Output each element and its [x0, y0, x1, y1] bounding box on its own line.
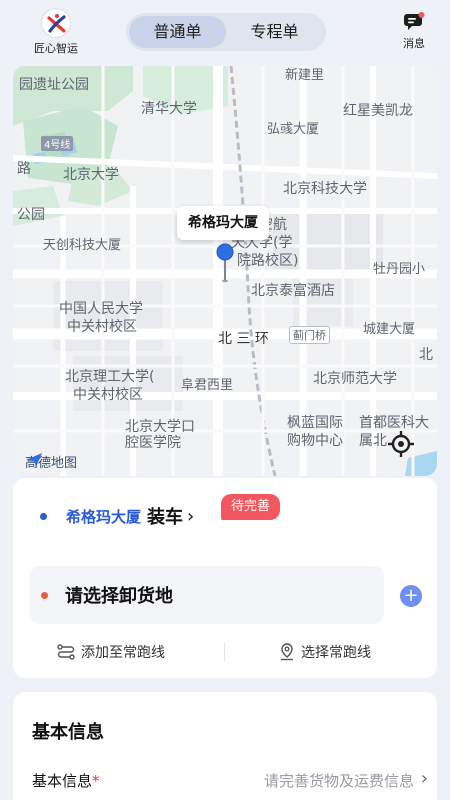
logo-icon	[41, 8, 71, 38]
required-mark: *	[92, 772, 100, 790]
map-label: 天创科技大厦	[43, 238, 122, 253]
amap-watermark: 高德地图	[25, 452, 77, 471]
map-label: 腔医学院	[125, 435, 181, 451]
map-label: 北	[419, 347, 433, 363]
destination-select[interactable]: 请选择卸货地	[30, 566, 384, 624]
amap-logo-icon	[26, 453, 42, 467]
origin-name: 希格玛大厦	[66, 507, 142, 526]
map-label: 中关村校区	[73, 387, 143, 403]
divider	[224, 643, 225, 661]
map-label: 城建大厦	[363, 322, 416, 337]
map-label: 北京理工大学(	[65, 369, 155, 385]
map-label: 路	[17, 161, 31, 177]
choose-frequent-route-label: 选择常跑线	[301, 645, 371, 661]
tab-normal-order[interactable]: 普通单	[129, 16, 226, 48]
map-label: 中关村校区	[67, 319, 137, 335]
destination-placeholder: 请选择卸货地	[65, 586, 173, 607]
map-label: 北 三 环	[218, 331, 269, 347]
location-pin-icon	[216, 243, 234, 283]
basic-info-card: 基本信息 基本信息* 请完善货物及运费信息 ›	[13, 692, 437, 800]
location-marker-icon	[281, 643, 293, 661]
map-label: 阜君西里	[181, 378, 234, 393]
map-label: 购物中心	[287, 433, 343, 449]
section-title: 基本信息	[32, 722, 104, 743]
crosshair-icon	[388, 431, 414, 457]
basic-info-label-text: 基本信息	[32, 772, 93, 790]
status-badge: 待完善	[221, 494, 281, 520]
map-label: 枫蓝国际	[287, 415, 343, 431]
messages-label: 消息	[403, 37, 425, 50]
chevron-right-icon: ›	[187, 505, 195, 527]
map-label: 北京科技大学	[283, 181, 367, 197]
map-label: 公园	[17, 207, 45, 223]
map-label: 院路校区)	[237, 253, 299, 269]
add-to-frequent-routes-button[interactable]: 添加至常跑线	[57, 642, 165, 662]
route-card: 希格玛大厦 装车 › 待完善 请选择卸货地 + 添加至常跑线 选择常跑线	[13, 478, 437, 678]
map-label: 清华大学	[141, 101, 197, 117]
messages-button[interactable]: 消息	[396, 12, 432, 51]
basic-info-value: 请完善货物及运费信息	[263, 772, 414, 790]
choose-frequent-route-button[interactable]: 选择常跑线	[279, 642, 371, 662]
chat-bubble-icon	[403, 12, 425, 32]
chevron-right-icon: ›	[420, 768, 428, 789]
map-label: 属北	[359, 433, 387, 449]
map-label: 蓟门桥	[289, 326, 330, 344]
map-label: 新建里	[285, 68, 325, 83]
destination-dot-icon	[41, 591, 48, 599]
origin-action-label: 装车	[147, 507, 184, 528]
origin-dot-icon	[40, 512, 47, 520]
route-swap-icon	[57, 644, 75, 660]
origin-row[interactable]: 希格玛大厦 装车 ›	[40, 503, 194, 529]
location-callout: 希格玛大厦	[177, 206, 269, 240]
map-label: 牡丹园小	[373, 262, 426, 277]
map-label: 北京师范大学	[313, 371, 397, 387]
basic-info-label: 基本信息*	[32, 770, 100, 791]
basic-info-row[interactable]: 基本信息* 请完善货物及运费信息 ›	[32, 768, 428, 792]
map-label: 红星美凯龙	[343, 103, 413, 119]
order-type-segmented-control: 普通单 专程单	[126, 13, 326, 51]
map-label: 北京大学	[63, 167, 119, 183]
map-label: 北京泰富酒店	[251, 283, 335, 299]
top-header: 匠心智运 普通单 专程单 消息	[0, 0, 450, 66]
locate-me-button[interactable]	[385, 428, 417, 460]
map-label: 园遗址公园	[19, 77, 89, 93]
map-view[interactable]: 园遗址公园 新建里 清华大学 红星美凯龙 弘彧大厦 4号线 路 北京大学 北京科…	[13, 66, 437, 476]
map-label: 4号线	[41, 136, 74, 151]
add-stop-button[interactable]: +	[400, 585, 422, 607]
add-to-frequent-routes-label: 添加至常跑线	[81, 645, 165, 661]
app-logo: 匠心智运	[30, 8, 82, 56]
map-label: 中国人民大学	[59, 301, 143, 317]
map-label: 弘彧大厦	[267, 122, 320, 137]
tab-dedicated-order[interactable]: 专程单	[226, 16, 323, 48]
logo-text: 匠心智运	[34, 42, 78, 55]
